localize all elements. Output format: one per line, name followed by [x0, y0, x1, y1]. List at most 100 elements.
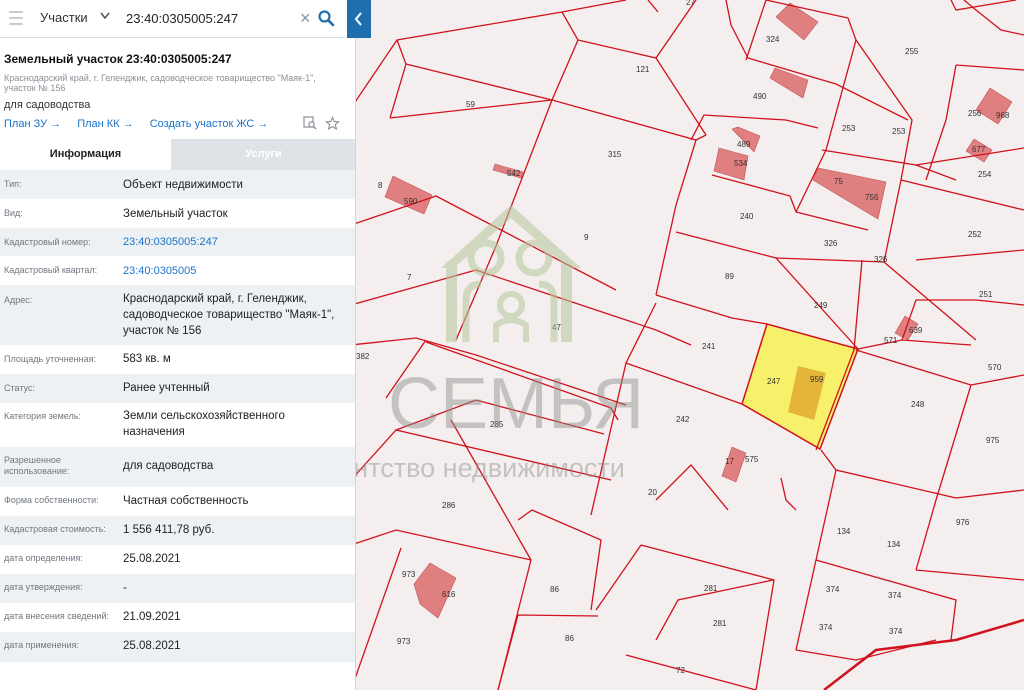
- plot-label: 374: [889, 627, 903, 636]
- search-icon[interactable]: [317, 9, 335, 27]
- plot-label: 9: [584, 233, 589, 242]
- search-input[interactable]: [126, 7, 294, 29]
- plot-label: 326: [824, 239, 838, 248]
- plot-label: 534: [734, 159, 748, 168]
- chevron-left-icon: [354, 12, 362, 26]
- parcel-address: Краснодарский край, г. Геленджик, садово…: [4, 73, 334, 93]
- row-value: для садоводства: [123, 460, 214, 472]
- row-label: Вид:: [4, 208, 23, 218]
- plot-label: 255: [905, 47, 919, 56]
- plot-label: 75: [834, 177, 843, 186]
- table-row: дата применения: 25.08.2021: [0, 632, 355, 662]
- plot-label: 973: [402, 570, 416, 579]
- plot-label: 542: [507, 169, 521, 178]
- plot-label: 134: [887, 540, 901, 549]
- row-label: Категория земель:: [4, 411, 81, 421]
- plot-label: 134: [837, 527, 851, 536]
- plot-label: 616: [442, 590, 456, 599]
- plan-kk-link[interactable]: План КК →: [77, 118, 133, 130]
- table-row: Разрешенное использование: для садоводств…: [0, 447, 355, 487]
- create-parcel-link[interactable]: Создать участок ЖС →: [150, 118, 269, 130]
- row-label: Разрешенное использование:: [4, 455, 70, 476]
- table-row: дата внесения сведений: 21.09.2021: [0, 603, 355, 632]
- star-icon[interactable]: [325, 116, 340, 131]
- search-bar: Участки ×: [0, 0, 346, 38]
- plot-label: 968: [996, 111, 1010, 120]
- row-label: дата применения:: [4, 640, 80, 650]
- row-value: 25.08.2021: [123, 553, 181, 565]
- plot-label: 27: [686, 0, 695, 7]
- row-value: Ранее учтенный: [123, 382, 210, 394]
- table-row: Статус: Ранее учтенный: [0, 374, 355, 403]
- plot-label: 490: [753, 92, 767, 101]
- plot-label: 7: [407, 273, 412, 282]
- layer-select[interactable]: Участки: [40, 10, 88, 25]
- plot-label: 570: [988, 363, 1002, 372]
- plot-label: 575: [745, 455, 759, 464]
- table-row: Тип: Объект недвижимости: [0, 170, 355, 199]
- parcel-purpose: для садоводства: [4, 99, 91, 111]
- row-label: Тип:: [4, 179, 22, 189]
- plot-label: 975: [986, 436, 1000, 445]
- plot-label: 973: [397, 637, 411, 646]
- app-window: Участки × Земельный участок 23:40:030500…: [0, 0, 1024, 690]
- plot-label: 17: [725, 457, 734, 466]
- plot-label: 252: [968, 230, 982, 239]
- plot-label: 285: [490, 420, 504, 429]
- plot-label: 86: [565, 634, 574, 643]
- plot-label: 248: [911, 400, 925, 409]
- plot-label: 254: [978, 170, 992, 179]
- row-label: Статус:: [4, 383, 35, 393]
- zoom-to-parcel-icon[interactable]: [303, 116, 317, 130]
- plan-zu-link[interactable]: План ЗУ →: [4, 118, 61, 130]
- plot-label: 240: [740, 212, 754, 221]
- plot-label: 59: [466, 100, 475, 109]
- table-row: Вид: Земельный участок: [0, 199, 355, 228]
- row-label: Адрес:: [4, 295, 33, 305]
- plot-label: 20: [648, 488, 657, 497]
- tab-bar: Информация Услуги: [0, 139, 355, 170]
- plot-label: 286: [442, 501, 456, 510]
- table-row: Кадастровый квартал: 23:40:0305005: [0, 256, 355, 285]
- plot-label: 281: [704, 584, 718, 593]
- row-value: 21.09.2021: [123, 611, 181, 623]
- plot-label: 121: [636, 65, 650, 74]
- cadastral-quarter-link[interactable]: 23:40:0305005: [123, 263, 343, 279]
- tab-information[interactable]: Информация: [0, 139, 171, 170]
- row-label: Кадастровый квартал:: [4, 265, 98, 275]
- plot-label: 253: [892, 127, 906, 136]
- collapse-panel-button[interactable]: [347, 0, 371, 38]
- plot-label: 571: [884, 336, 898, 345]
- table-row: Категория земель: Земли сельскохозяйствен…: [0, 403, 355, 447]
- plot-label: 590: [404, 197, 418, 206]
- clear-icon[interactable]: ×: [300, 9, 314, 27]
- row-label: дата определения:: [4, 553, 83, 563]
- row-label: Форма собственности:: [4, 495, 99, 505]
- row-value: 583 кв. м: [123, 353, 171, 365]
- cadastral-number-link[interactable]: 23:40:0305005:247: [123, 234, 343, 250]
- row-label: Площадь уточненная:: [4, 354, 96, 364]
- table-row: дата утверждения: -: [0, 574, 355, 603]
- row-label: дата внесения сведений:: [4, 611, 109, 621]
- plot-label: 382: [356, 352, 370, 361]
- plot-label: 247: [767, 377, 781, 386]
- row-label: дата утверждения:: [4, 582, 83, 592]
- plot-label: 75б: [865, 193, 879, 202]
- plot-label: 677: [972, 145, 986, 154]
- plot-label: 639: [909, 326, 923, 335]
- cadastral-map[interactable]: 27 324 255 121 59 315 490 253 253 256 96…: [356, 0, 1024, 690]
- row-value: 25.08.2021: [123, 640, 181, 652]
- table-row: Площадь уточненная: 583 кв. м: [0, 345, 355, 374]
- row-value: Объект недвижимости: [123, 179, 243, 191]
- chevron-down-icon[interactable]: [100, 12, 110, 20]
- plot-label: 251: [979, 290, 993, 299]
- plot-label: 281: [713, 619, 727, 628]
- tab-services[interactable]: Услуги: [171, 139, 355, 170]
- parcel-address-line: участок № 156: [4, 83, 66, 93]
- plot-label: 326: [874, 255, 888, 264]
- menu-icon[interactable]: [9, 11, 23, 25]
- map-canvas[interactable]: 27 324 255 121 59 315 490 253 253 256 96…: [356, 0, 1024, 690]
- plot-label: 47: [552, 323, 561, 332]
- row-value: 1 556 411,78 руб.: [123, 524, 215, 536]
- table-row: Кадастровый номер: 23:40:0305005:247: [0, 228, 355, 256]
